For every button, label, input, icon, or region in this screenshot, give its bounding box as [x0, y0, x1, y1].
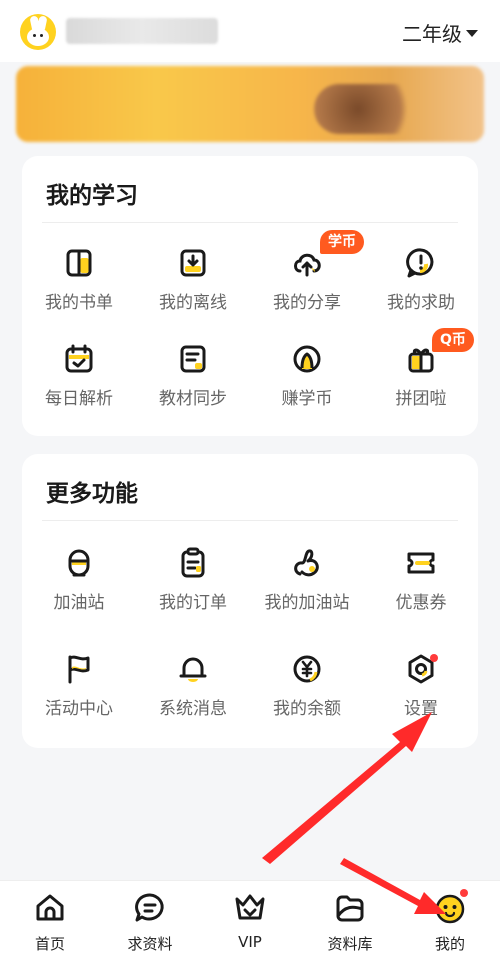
help-icon [406, 248, 434, 278]
item-settings[interactable]: 设置 [364, 652, 478, 719]
upload-cloud-icon [294, 253, 321, 277]
item-activity-center[interactable]: 活动中心 [22, 652, 136, 719]
user-avatar[interactable] [20, 14, 56, 50]
more-functions-title: 更多功能 [46, 481, 138, 507]
item-earn-coins[interactable]: 赚学币 [250, 342, 364, 409]
item-my-offline[interactable]: 我的离线 [136, 246, 250, 313]
coin-icon [293, 345, 321, 373]
item-group-buy[interactable]: 拼团啦 [364, 342, 478, 409]
item-my-balance[interactable]: 我的余额 [250, 652, 364, 719]
item-my-share[interactable]: 我的分享 [250, 246, 364, 313]
q-coin-badge: Q币 [432, 328, 474, 352]
item-my-orders[interactable]: 我的订单 [136, 546, 250, 613]
mine-notification-dot [460, 889, 468, 897]
flag-icon [68, 655, 90, 684]
divider [42, 520, 458, 521]
clipboard-icon [181, 547, 205, 578]
username-blurred[interactable] [66, 18, 218, 44]
grade-label: 二年级 [402, 22, 462, 46]
caret-down-icon [466, 30, 478, 37]
tab-library[interactable]: 资料库 [300, 891, 400, 954]
home-icon [36, 894, 64, 921]
my-learning-title: 我的学习 [46, 183, 138, 209]
bell-icon [179, 657, 207, 682]
station-icon [68, 549, 90, 577]
item-fuel-station[interactable]: 加油站 [22, 546, 136, 613]
item-my-help[interactable]: 我的求助 [364, 246, 478, 313]
yen-icon [293, 655, 321, 683]
item-my-fuel-station[interactable]: 我的加油站 [250, 546, 364, 613]
tab-home[interactable]: 首页 [0, 891, 100, 954]
item-my-booklist[interactable]: 我的书单 [22, 246, 136, 313]
textbook-icon [180, 345, 206, 373]
book-icon [66, 249, 92, 277]
more-functions-card: 更多功能 加油站 我的订单 我的加油站 优惠券 活动中心 系统消息 我的余额 设… [22, 454, 478, 748]
grade-selector[interactable]: 二年级 [402, 18, 478, 47]
crown-icon [235, 894, 265, 920]
item-daily-analysis[interactable]: 每日解析 [22, 342, 136, 409]
item-textbook-sync[interactable]: 教材同步 [136, 342, 250, 409]
calendar-check-icon [65, 344, 93, 373]
settings-notification-dot [430, 654, 438, 662]
tab-request-materials[interactable]: 求资料 [100, 891, 200, 954]
swirl-icon [294, 549, 319, 577]
tab-vip[interactable]: VIP [200, 891, 300, 951]
chat-icon [135, 893, 164, 922]
my-learning-card: 我的学习 我的书单 我的离线 我的分享 学币 我的求助 每日解析 教材同步 赚学… [22, 156, 478, 436]
ticket-icon [407, 552, 435, 574]
divider [42, 222, 458, 223]
download-icon [180, 249, 206, 277]
item-coupons[interactable]: 优惠券 [364, 546, 478, 613]
promo-banner[interactable] [16, 66, 484, 142]
top-bar: 二年级 [0, 0, 500, 62]
bottom-tab-bar: 首页 求资料 VIP 资料库 我的 [0, 880, 500, 965]
coin-reward-badge: 学币 [320, 230, 364, 254]
tab-mine[interactable]: 我的 [400, 891, 500, 954]
item-system-messages[interactable]: 系统消息 [136, 652, 250, 719]
folder-icon [336, 895, 364, 922]
